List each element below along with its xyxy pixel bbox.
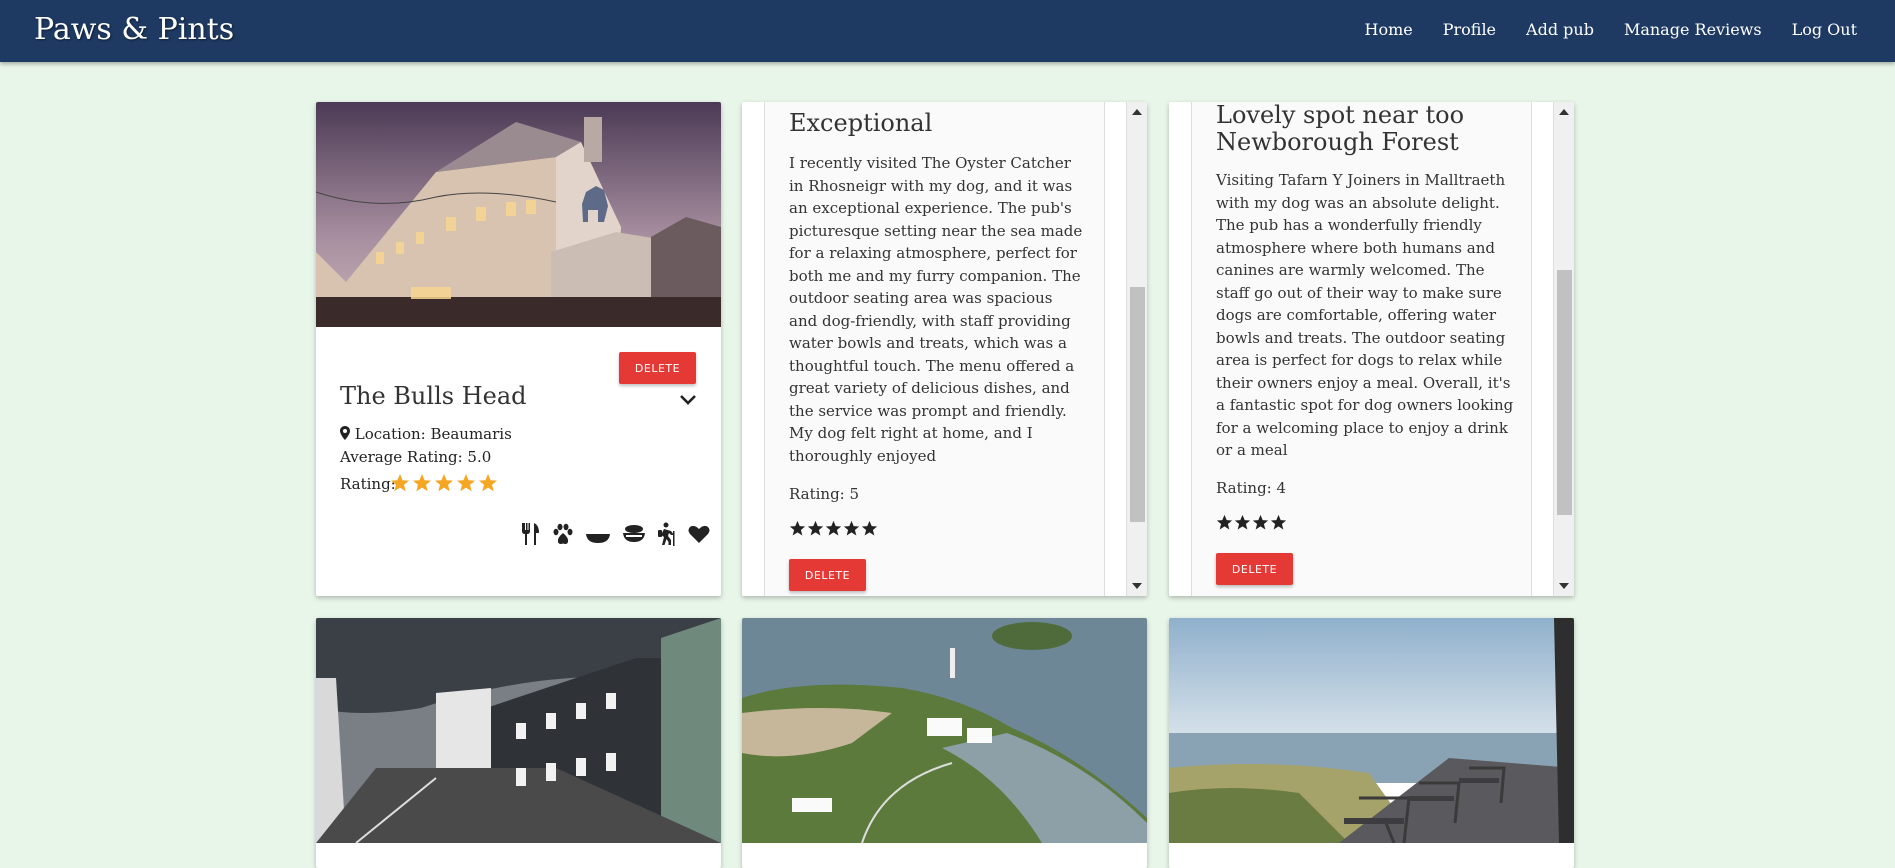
review-title: Exceptional [789,109,933,137]
scrollbar-thumb[interactable] [1130,287,1145,522]
scroll-down-icon[interactable] [1559,583,1569,589]
delete-pub-button[interactable]: DELETE [619,352,696,384]
review-stars [789,520,878,537]
bowl-icon [586,534,610,543]
dog-treat-icon [623,525,645,542]
nav-profile[interactable]: Profile [1443,20,1496,40]
star-icon [1252,514,1269,530]
pub-card [316,618,721,868]
pub-card: DELETE The Bulls Head Location: Beaumari… [316,102,721,596]
review-scrollbar[interactable] [1126,102,1147,596]
star-icon [807,520,824,536]
nav-manage-reviews[interactable]: Manage Reviews [1624,20,1762,40]
paw-icon [553,523,573,544]
amenity-icons [519,522,711,546]
star-icon [843,520,860,536]
review-scroll-area[interactable]: Lovely spot near too Newborough Forest V… [1169,102,1574,596]
delete-review-button[interactable]: DELETE [1216,553,1293,585]
review-card: Lovely spot near too Newborough Forest V… [1169,102,1574,596]
review-title: Lovely spot near too Newborough Forest [1216,102,1465,156]
review-rating: Rating: 4 [1216,479,1287,497]
review-scrollbar[interactable] [1553,102,1574,596]
star-icon [413,474,431,492]
pub-name: The Bulls Head [340,382,527,410]
star-icon [435,474,453,492]
map-marker-icon [340,426,350,440]
pub-location: Location: Beaumaris [340,425,512,443]
pub-image [316,618,721,843]
nav-links: Home Profile Add pub Manage Reviews Log … [1364,20,1857,40]
review-content: Lovely spot near too Newborough Forest V… [1191,102,1532,596]
pub-location-text: Location: Beaumaris [354,425,512,443]
scrollbar-thumb[interactable] [1557,270,1572,515]
delete-review-button[interactable]: DELETE [789,559,866,591]
pub-image [316,102,721,327]
star-icon [1270,514,1287,530]
brand-logo[interactable]: Paws & Pints [34,10,234,50]
cutlery-icon [522,523,539,545]
nav-log-out[interactable]: Log Out [1792,20,1857,40]
pub-card [742,618,1147,868]
chevron-down-icon[interactable] [678,390,698,410]
pub-card [1169,618,1574,868]
pub-image [742,618,1147,843]
star-icon [861,520,878,536]
review-content: Exceptional I recently visited The Oyste… [764,102,1105,596]
pub-rating-label: Rating: [340,475,396,493]
nav-add-pub[interactable]: Add pub [1526,20,1594,40]
nav-home[interactable]: Home [1364,20,1412,40]
hiking-icon [658,522,675,546]
pub-average-rating: Average Rating: 5.0 [340,448,492,466]
star-icon [1234,514,1251,530]
scroll-down-icon[interactable] [1132,583,1142,589]
star-icon [391,474,409,492]
scroll-up-icon[interactable] [1559,109,1569,115]
star-icon [457,474,475,492]
pub-rating-stars [390,473,498,493]
star-icon [1216,514,1233,530]
review-stars [1216,514,1287,531]
review-card: Exceptional I recently visited The Oyste… [742,102,1147,596]
review-scroll-area[interactable]: Exceptional I recently visited The Oyste… [742,102,1147,596]
scroll-up-icon[interactable] [1132,109,1142,115]
star-icon [479,474,497,492]
review-body: Visiting Tafarn Y Joiners in Malltraeth … [1216,171,1514,459]
pub-image [1169,618,1574,843]
star-icon [825,520,842,536]
review-body: I recently visited The Oyster Catcher in… [789,154,1083,465]
heart-icon [688,525,710,543]
review-rating: Rating: 5 [789,485,860,503]
navbar: Paws & Pints Home Profile Add pub Manage… [0,0,1895,62]
star-icon [789,520,806,536]
